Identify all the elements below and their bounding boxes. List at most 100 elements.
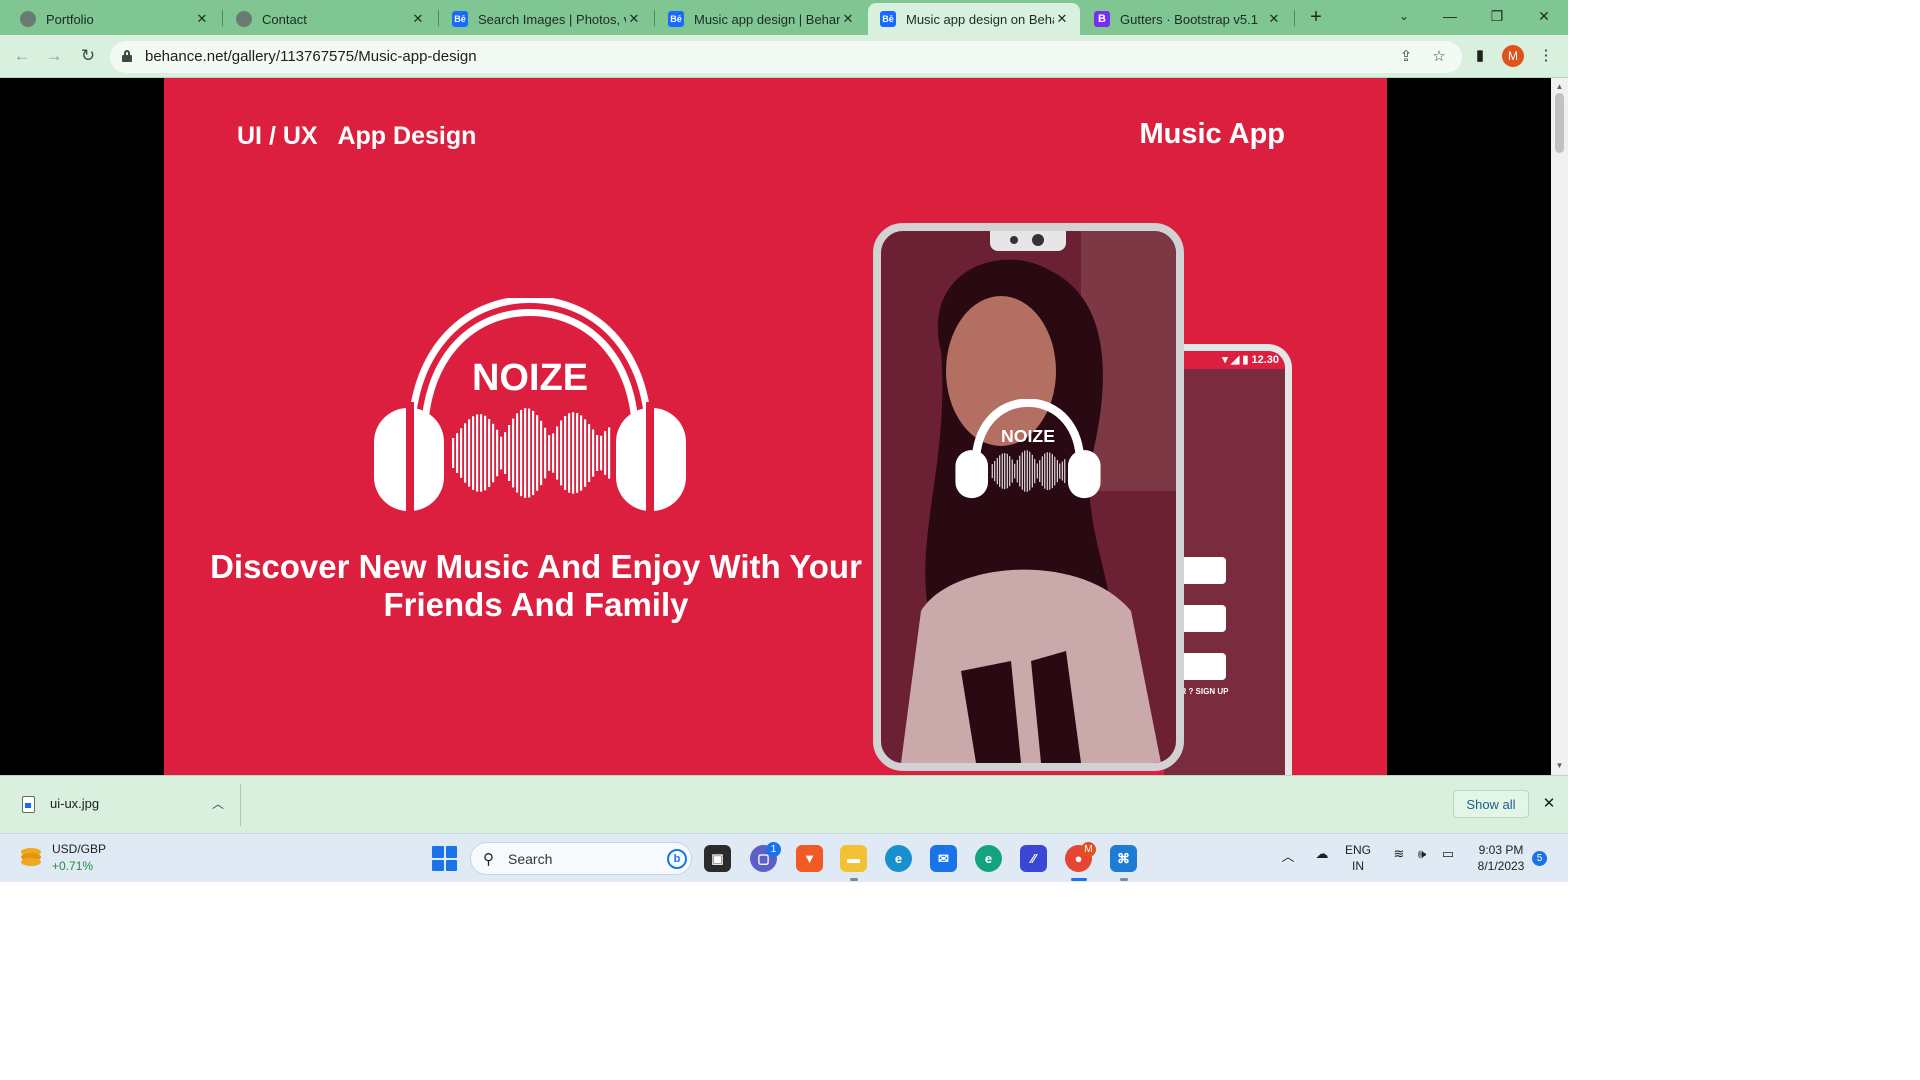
lock-icon[interactable]	[122, 50, 132, 62]
tab-portfolio[interactable]: Portfolio ✕	[8, 3, 220, 35]
close-window-button[interactable]: ✕	[1530, 4, 1558, 28]
onedrive-cloud-icon[interactable]: ☁	[1312, 846, 1332, 862]
visual-studio-icon[interactable]: ∕∕	[1020, 845, 1047, 872]
tab-separator	[1294, 10, 1295, 26]
close-icon[interactable]: ✕	[840, 11, 856, 27]
vscode-icon[interactable]: ⌘	[1110, 845, 1137, 872]
chrome-profile-badge: M	[1081, 842, 1096, 857]
scroll-up-arrow[interactable]: ▲	[1551, 80, 1568, 94]
tab-title: Music app design | Behance	[694, 11, 840, 27]
browser-toolbar: ← → ↻ behance.net/gallery/113767575/Musi…	[0, 35, 1568, 78]
tab-title: Portfolio	[46, 11, 94, 27]
phone-mockup-front: NOIZE	[873, 223, 1184, 771]
side-panel-icon[interactable]: ▮	[1469, 45, 1491, 67]
restore-button[interactable]: ❐	[1483, 4, 1511, 28]
mail-icon[interactable]: ✉	[930, 845, 957, 872]
windows-start-icon[interactable]	[432, 846, 457, 871]
bing-icon[interactable]: b	[667, 849, 687, 869]
globe-icon	[20, 11, 36, 27]
tab-separator	[438, 10, 439, 26]
noize-headphones-logo: NOIZE	[374, 298, 686, 512]
bootstrap-icon: B	[1094, 11, 1110, 27]
battery-icon[interactable]: ▭	[1438, 846, 1458, 862]
task-view-icon[interactable]: ▣	[704, 845, 731, 872]
logo-text: NOIZE	[472, 357, 588, 399]
tagline-line-2: Friends And Family	[383, 586, 689, 623]
widget-title[interactable]: USD/GBP	[52, 842, 106, 856]
tab-search-button[interactable]: ⌄	[1394, 6, 1414, 26]
taskbar-search[interactable]: ⚲ Search b	[470, 842, 692, 875]
tab-search-images[interactable]: Bē Search Images | Photos, vid ✕	[440, 3, 652, 35]
tab-title: Search Images | Photos, vid	[478, 11, 626, 27]
chevron-up-icon[interactable]: ︿	[208, 794, 228, 814]
project-artboard: UI / UX App Design Music App NOIZE Disco…	[164, 78, 1387, 775]
behance-icon: Bē	[668, 11, 684, 27]
artboard-title-right: Music App	[1139, 118, 1285, 150]
search-icon: ⚲	[483, 851, 494, 868]
search-label: Search	[508, 851, 553, 867]
profile-avatar[interactable]: M	[1502, 45, 1524, 67]
clock-time: 9:03 PM	[1478, 843, 1524, 857]
address-bar[interactable]: behance.net/gallery/113767575/Music-app-…	[110, 41, 1462, 73]
behance-icon: Bē	[452, 11, 468, 27]
tab-contact[interactable]: Contact ✕	[224, 3, 436, 35]
app-running-indicator	[850, 878, 858, 881]
page-scrollbar[interactable]: ▲ ▼	[1551, 78, 1568, 775]
close-download-bar-button[interactable]: ✕	[1539, 794, 1559, 814]
close-icon[interactable]: ✕	[626, 11, 642, 27]
phone-logo-text: NOIZE	[1001, 426, 1055, 446]
brave-browser-icon[interactable]: ▼	[796, 845, 823, 872]
tagline-line-1: Discover New Music And Enjoy With Your	[210, 548, 862, 585]
tab-music-app-behance-active[interactable]: Bē Music app design on Behan ✕	[868, 3, 1080, 35]
chevron-up-icon[interactable]: ︿	[1280, 846, 1296, 865]
system-clock[interactable]: 9:03 PM 8/1/2023	[1468, 842, 1534, 874]
phone-notch	[990, 231, 1066, 251]
tab-separator	[222, 10, 223, 26]
teams-badge: 1	[766, 842, 781, 857]
reload-button[interactable]: ↻	[76, 44, 100, 68]
new-tab-button[interactable]: +	[1304, 6, 1328, 30]
close-icon[interactable]: ✕	[1054, 11, 1070, 27]
download-divider	[240, 784, 241, 826]
close-icon[interactable]: ✕	[1266, 11, 1282, 27]
globe-icon	[236, 11, 252, 27]
page-viewport: UI / UX App Design Music App NOIZE Disco…	[0, 78, 1568, 775]
language-region: IN	[1352, 859, 1364, 873]
tab-title: Gutters · Bootstrap v5.1	[1120, 11, 1259, 27]
back-button[interactable]: ←	[10, 44, 34, 68]
artboard-title-left: UI / UX App Design	[237, 122, 477, 150]
wifi-icon[interactable]: ≋	[1391, 846, 1407, 862]
app-active-indicator	[1071, 878, 1087, 881]
tab-title: Contact	[262, 11, 307, 27]
image-file-icon	[22, 796, 35, 813]
minimize-button[interactable]: —	[1436, 4, 1464, 28]
download-bar: ui-ux.jpg ︿ Show all ✕	[0, 775, 1568, 833]
close-icon[interactable]: ✕	[410, 11, 426, 27]
file-explorer-icon[interactable]: ▬	[840, 845, 867, 872]
tab-title: Music app design on Behan	[906, 11, 1054, 27]
notification-badge[interactable]: 5	[1532, 851, 1547, 866]
download-file-name[interactable]: ui-ux.jpg	[50, 796, 99, 811]
volume-icon[interactable]: 🕪	[1414, 846, 1430, 862]
scroll-thumb[interactable]	[1555, 93, 1564, 153]
forward-button[interactable]: →	[42, 44, 66, 68]
currency-widget-icon[interactable]	[18, 844, 44, 870]
scroll-down-arrow[interactable]: ▼	[1551, 759, 1568, 773]
app-running-indicator	[1120, 878, 1128, 881]
show-all-button[interactable]: Show all	[1453, 790, 1529, 818]
tab-bootstrap-gutters[interactable]: B Gutters · Bootstrap v5.1 ✕	[1082, 3, 1292, 35]
close-icon[interactable]: ✕	[194, 11, 210, 27]
tab-music-app-design[interactable]: Bē Music app design | Behance ✕	[656, 3, 866, 35]
edge-browser-icon[interactable]: e	[885, 845, 912, 872]
widget-change[interactable]: +0.71%	[52, 859, 93, 873]
phone-status-time: 12.30	[1251, 354, 1279, 366]
bookmark-star-icon[interactable]: ☆	[1429, 47, 1449, 67]
share-icon[interactable]: ⇪	[1396, 47, 1416, 67]
tab-separator	[654, 10, 655, 26]
menu-dots-icon[interactable]: ⋮	[1535, 45, 1557, 67]
edge-beta-icon[interactable]: e	[975, 845, 1002, 872]
tagline: Discover New Music And Enjoy With Your F…	[186, 548, 886, 624]
url-text[interactable]: behance.net/gallery/113767575/Music-app-…	[145, 48, 477, 65]
language-indicator[interactable]: ENG IN	[1345, 842, 1371, 874]
tab-strip: Portfolio ✕ Contact ✕ Bē Search Images |…	[0, 0, 1568, 35]
